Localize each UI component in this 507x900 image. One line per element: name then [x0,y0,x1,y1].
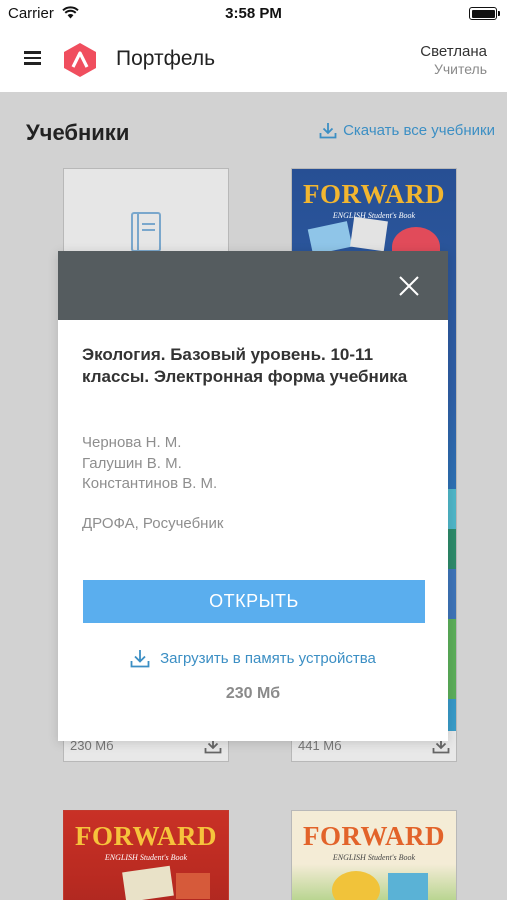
book-authors: Чернова Н. М. Галушин В. М. Константинов… [82,433,217,495]
close-icon[interactable] [398,275,420,297]
user-role: Учитель [433,61,487,77]
battery-icon [469,7,500,20]
book-details-modal: Экология. Базовый уровень. 10-11 классы.… [58,251,448,741]
cover-subtitle: ENGLISH Student's Book [104,853,188,862]
download-all-label: Скачать все учебники [343,122,495,139]
user-name[interactable]: Светлана [420,43,487,60]
status-time: 3:58 PM [225,5,282,22]
section-title: Учебники [26,120,130,145]
open-button[interactable]: ОТКРЫТЬ [83,580,425,623]
author-name: Галушин В. М. [82,454,182,472]
author-name: Чернова Н. М. [82,434,182,451]
cover-subtitle: ENGLISH Student's Book [332,853,416,862]
book-cover: FORWARD ENGLISH Student's Book [64,811,228,900]
app-header: Портфель Светлана Учитель [0,26,507,92]
book-cover: FORWARD ENGLISH Student's Book [292,811,456,900]
hamburger-menu-icon[interactable] [24,51,41,65]
download-all-link[interactable]: Скачать все учебники [319,122,495,139]
book-card[interactable]: FORWARD ENGLISH Student's Book [291,810,457,900]
modal-header [58,251,448,320]
book-title: Экология. Базовый уровень. 10-11 классы.… [82,345,408,386]
status-bar: Carrier 3:58 PM [0,0,507,26]
download-icon [319,123,337,139]
book-card[interactable]: FORWARD ENGLISH Student's Book [63,810,229,900]
cover-title: FORWARD [74,821,218,851]
book-placeholder-icon [131,212,161,252]
file-size: 230 Мб [225,685,281,702]
cover-title: FORWARD [302,821,446,851]
author-name: Константинов В. М. [82,475,218,492]
book-publisher: ДРОФА, Росучебник [82,515,224,532]
download-to-device-link[interactable]: Загрузить в память устройства [58,649,448,668]
app-title: Портфель [116,47,216,70]
logo-icon [64,43,96,77]
download-icon [130,650,150,668]
cover-title: FORWARD [302,179,446,209]
download-to-device-label: Загрузить в память устройства [160,650,376,667]
